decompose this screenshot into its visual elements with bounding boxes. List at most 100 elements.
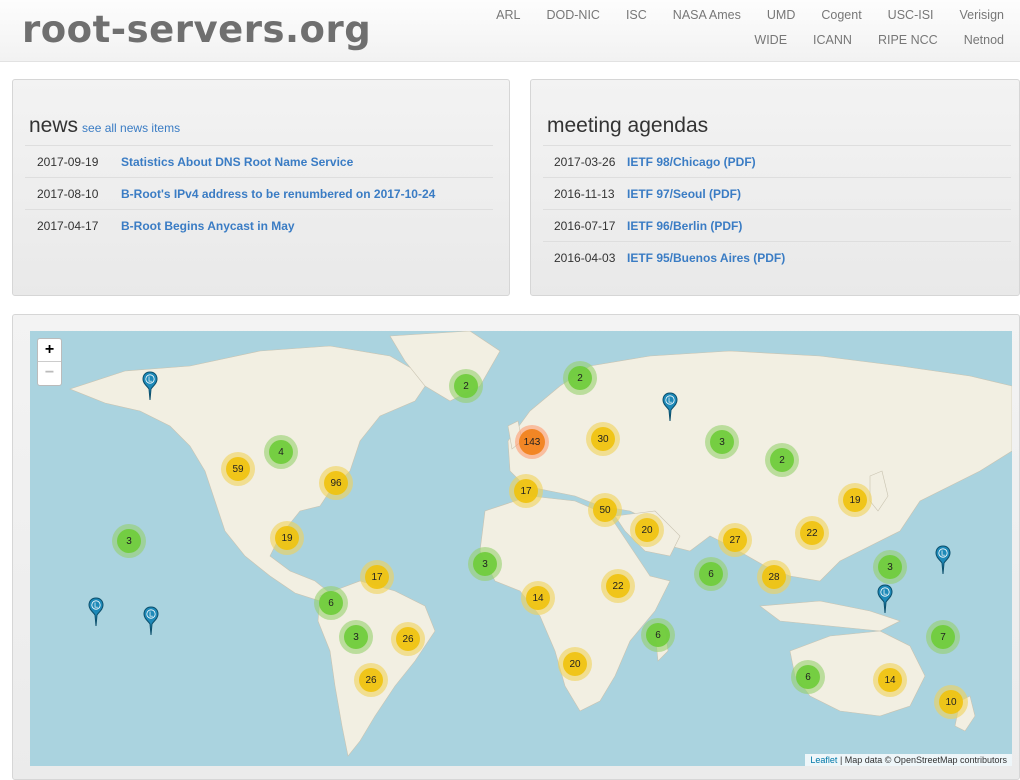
agenda-link[interactable]: IETF 97/Seoul (PDF) bbox=[627, 187, 741, 201]
server-cluster-marker[interactable]: 2 bbox=[449, 369, 483, 403]
attribution-text: | Map data © OpenStreetMap contributors bbox=[839, 755, 1007, 765]
cluster-count: 6 bbox=[796, 665, 820, 689]
nav-link-dod-nic[interactable]: DOD-NIC bbox=[546, 8, 599, 22]
zoom-in-button[interactable]: + bbox=[38, 339, 61, 362]
cluster-count: 30 bbox=[591, 427, 615, 451]
cluster-count: 3 bbox=[473, 552, 497, 576]
server-cluster-marker[interactable]: 20 bbox=[630, 513, 664, 547]
nav-link-icann[interactable]: ICANN bbox=[813, 33, 852, 47]
nav-link-arl[interactable]: ARL bbox=[496, 8, 520, 22]
svg-text:L: L bbox=[668, 397, 672, 405]
nav-link-nasa-ames[interactable]: NASA Ames bbox=[673, 8, 741, 22]
server-cluster-marker[interactable]: 22 bbox=[795, 516, 829, 550]
server-cluster-marker[interactable]: 143 bbox=[515, 425, 549, 459]
news-date: 2017-04-17 bbox=[37, 218, 99, 233]
agenda-link[interactable]: IETF 96/Berlin (PDF) bbox=[627, 219, 742, 233]
world-map[interactable]: + − 2 2 3 2 4 59 96 143 30 17 50 20 27 22 19 3 19 3 17 6 3 26… bbox=[30, 331, 1012, 766]
nav-link-usc-isi[interactable]: USC-ISI bbox=[888, 8, 934, 22]
nav-link-verisign[interactable]: Verisign bbox=[960, 8, 1004, 22]
single-server-pin-icon[interactable]: L bbox=[143, 606, 159, 636]
news-link[interactable]: B-Root Begins Anycast in May bbox=[121, 219, 295, 233]
server-cluster-marker[interactable]: 96 bbox=[319, 466, 353, 500]
cluster-count: 19 bbox=[275, 526, 299, 550]
single-server-pin-icon[interactable]: L bbox=[877, 584, 893, 614]
cluster-count: 6 bbox=[646, 623, 670, 647]
server-cluster-marker[interactable]: 59 bbox=[221, 452, 255, 486]
single-server-pin-icon[interactable]: L bbox=[662, 392, 678, 422]
leaflet-link[interactable]: Leaflet bbox=[810, 755, 837, 765]
cluster-count: 6 bbox=[319, 591, 343, 615]
server-cluster-marker[interactable]: 4 bbox=[264, 435, 298, 469]
agenda-item: 2017-03-26 IETF 98/Chicago (PDF) bbox=[543, 145, 1011, 177]
server-cluster-marker[interactable]: 7 bbox=[926, 620, 960, 654]
nav-link-ripe-ncc[interactable]: RIPE NCC bbox=[878, 33, 938, 47]
nav-link-isc[interactable]: ISC bbox=[626, 8, 647, 22]
news-link[interactable]: B-Root's IPv4 address to be renumbered o… bbox=[121, 187, 435, 201]
agenda-link[interactable]: IETF 98/Chicago (PDF) bbox=[627, 155, 756, 169]
svg-text:L: L bbox=[94, 602, 98, 610]
cluster-count: 2 bbox=[568, 366, 592, 390]
server-cluster-marker[interactable]: 19 bbox=[838, 483, 872, 517]
news-heading: news see all news items bbox=[29, 114, 180, 138]
cluster-count: 14 bbox=[878, 668, 902, 692]
single-server-pin-icon[interactable]: L bbox=[142, 371, 158, 401]
map-attribution: Leaflet | Map data © OpenStreetMap contr… bbox=[805, 754, 1012, 766]
see-all-news-link[interactable]: see all news items bbox=[82, 121, 180, 135]
server-cluster-marker[interactable]: 17 bbox=[360, 560, 394, 594]
news-item: 2017-08-10 B-Root's IPv4 address to be re… bbox=[25, 177, 493, 209]
server-cluster-marker[interactable]: 6 bbox=[314, 586, 348, 620]
zoom-out-button[interactable]: − bbox=[38, 362, 61, 385]
single-server-pin-icon[interactable]: L bbox=[935, 545, 951, 575]
server-cluster-marker[interactable]: 30 bbox=[586, 422, 620, 456]
agenda-item: 2016-07-17 IETF 96/Berlin (PDF) bbox=[543, 209, 1011, 241]
server-cluster-marker[interactable]: 2 bbox=[563, 361, 597, 395]
server-cluster-marker[interactable]: 3 bbox=[112, 524, 146, 558]
cluster-count: 27 bbox=[723, 528, 747, 552]
svg-text:L: L bbox=[148, 376, 152, 384]
nav-link-cogent[interactable]: Cogent bbox=[821, 8, 861, 22]
cluster-count: 7 bbox=[931, 625, 955, 649]
server-cluster-marker[interactable]: 17 bbox=[509, 474, 543, 508]
server-cluster-marker[interactable]: 28 bbox=[757, 560, 791, 594]
cluster-count: 19 bbox=[843, 488, 867, 512]
server-cluster-marker[interactable]: 14 bbox=[521, 581, 555, 615]
cluster-count: 143 bbox=[519, 429, 545, 455]
cluster-count: 2 bbox=[454, 374, 478, 398]
server-cluster-marker[interactable]: 19 bbox=[270, 521, 304, 555]
cluster-count: 3 bbox=[117, 529, 141, 553]
server-cluster-marker[interactable]: 26 bbox=[354, 663, 388, 697]
agenda-date: 2016-11-13 bbox=[554, 186, 615, 201]
server-cluster-marker[interactable]: 6 bbox=[694, 557, 728, 591]
cluster-count: 3 bbox=[710, 430, 734, 454]
news-link[interactable]: Statistics About DNS Root Name Service bbox=[121, 155, 353, 169]
nav-link-wide[interactable]: WIDE bbox=[754, 33, 787, 47]
cluster-count: 17 bbox=[365, 565, 389, 589]
agenda-date: 2016-04-03 bbox=[554, 250, 616, 265]
single-server-pin-icon[interactable]: L bbox=[88, 597, 104, 627]
cluster-count: 3 bbox=[344, 625, 368, 649]
server-cluster-marker[interactable]: 26 bbox=[391, 622, 425, 656]
news-panel: news see all news items 2017-09-19 Statist… bbox=[12, 79, 510, 296]
server-cluster-marker[interactable]: 27 bbox=[718, 523, 752, 557]
agenda-link[interactable]: IETF 95/Buenos Aires (PDF) bbox=[627, 251, 785, 265]
server-cluster-marker[interactable]: 22 bbox=[601, 569, 635, 603]
svg-text:L: L bbox=[883, 589, 887, 597]
site-logo[interactable]: root-servers.org bbox=[22, 8, 371, 51]
server-cluster-marker[interactable]: 50 bbox=[588, 493, 622, 527]
server-cluster-marker[interactable]: 3 bbox=[468, 547, 502, 581]
server-cluster-marker[interactable]: 3 bbox=[873, 550, 907, 584]
server-cluster-marker[interactable]: 3 bbox=[339, 620, 373, 654]
server-cluster-marker[interactable]: 2 bbox=[765, 443, 799, 477]
server-cluster-marker[interactable]: 20 bbox=[558, 647, 592, 681]
cluster-count: 10 bbox=[939, 690, 963, 714]
server-cluster-marker[interactable]: 6 bbox=[641, 618, 675, 652]
map-basemap bbox=[69, 331, 1012, 757]
nav-link-netnod[interactable]: Netnod bbox=[964, 33, 1004, 47]
cluster-count: 26 bbox=[359, 668, 383, 692]
nav-link-umd[interactable]: UMD bbox=[767, 8, 795, 22]
server-cluster-marker[interactable]: 3 bbox=[705, 425, 739, 459]
news-date: 2017-09-19 bbox=[37, 154, 99, 169]
server-cluster-marker[interactable]: 6 bbox=[791, 660, 825, 694]
server-cluster-marker[interactable]: 10 bbox=[934, 685, 968, 719]
server-cluster-marker[interactable]: 14 bbox=[873, 663, 907, 697]
